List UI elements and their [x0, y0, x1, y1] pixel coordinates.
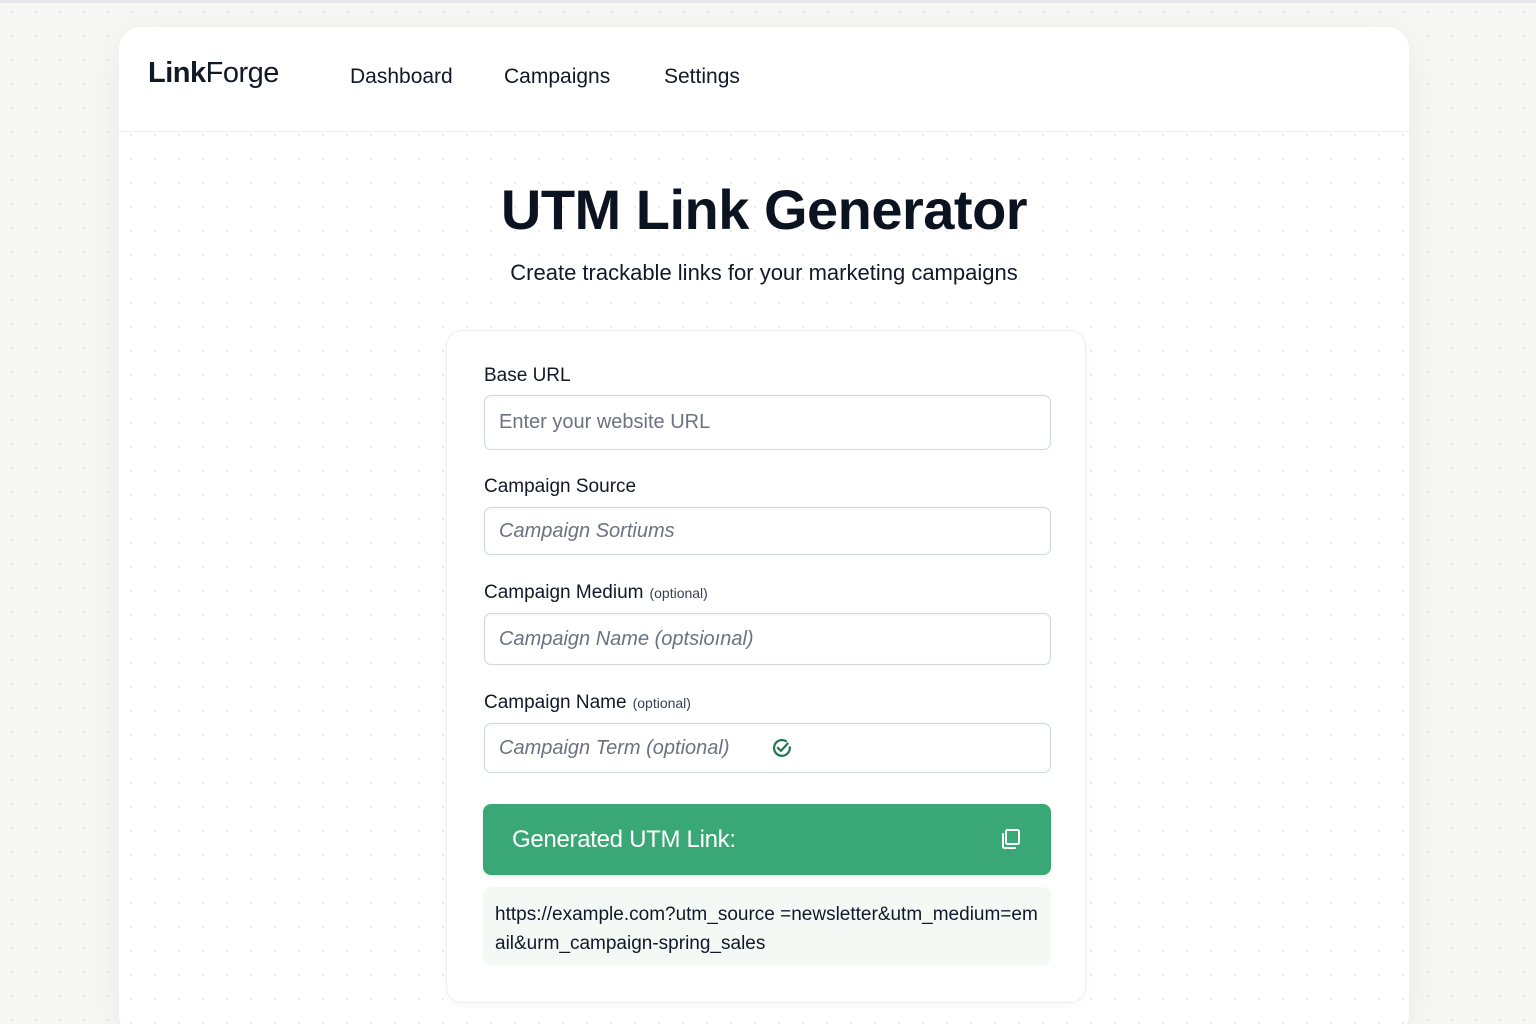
campaign-name-input[interactable]	[485, 724, 1050, 772]
nav-link-dashboard[interactable]: Dashboard	[350, 65, 453, 89]
campaign-medium-field	[484, 613, 1051, 665]
brand-name-bold: Link	[148, 57, 206, 89]
generated-url-output[interactable]: https://example.com?utm_source =newslett…	[483, 887, 1051, 965]
campaign-source-field	[484, 507, 1051, 555]
nav-link-campaigns[interactable]: Campaigns	[504, 65, 610, 89]
brand-name-light: Forge	[205, 57, 280, 89]
top-border	[0, 0, 1536, 3]
check-circle-icon	[773, 738, 791, 757]
campaign-source-input[interactable]	[485, 508, 1050, 554]
generate-utm-link-button[interactable]: Generated UTM Link:	[483, 804, 1051, 875]
nav-link-settings[interactable]: Settings	[664, 65, 740, 89]
base-url-input[interactable]	[485, 396, 1050, 449]
campaign-medium-optional-hint: (optional)	[649, 585, 708, 601]
brand-logo[interactable]: LinkForge	[148, 57, 279, 90]
page-subtitle: Create trackable links for your marketin…	[510, 260, 1018, 285]
campaign-name-optional-hint: (optional)	[632, 695, 691, 711]
utm-form-card: Base URL Campaign Source Campaign Medium…	[446, 330, 1086, 1003]
campaign-medium-input[interactable]	[485, 614, 1050, 664]
copy-icon[interactable]	[999, 827, 1023, 851]
campaign-medium-label-text: Campaign Medium	[484, 582, 644, 603]
campaign-name-field	[484, 723, 1051, 773]
campaign-name-label-text: Campaign Name	[484, 692, 627, 713]
top-navbar: LinkForge Dashboard Campaigns Settings	[119, 27, 1409, 132]
campaign-source-label: Campaign Source	[484, 476, 636, 498]
base-url-field	[484, 395, 1051, 450]
base-url-label: Base URL	[484, 365, 571, 387]
generate-button-label: Generated UTM Link:	[512, 826, 736, 853]
page-title: UTM Link Generator	[500, 178, 1028, 241]
base-url-label-text: Base URL	[484, 365, 571, 386]
campaign-name-label: Campaign Name (optional)	[484, 692, 691, 714]
campaign-source-label-text: Campaign Source	[484, 476, 637, 497]
campaign-medium-label: Campaign Medium (optional)	[484, 582, 708, 604]
app-window: LinkForge Dashboard Campaigns Settings U…	[119, 27, 1409, 1024]
